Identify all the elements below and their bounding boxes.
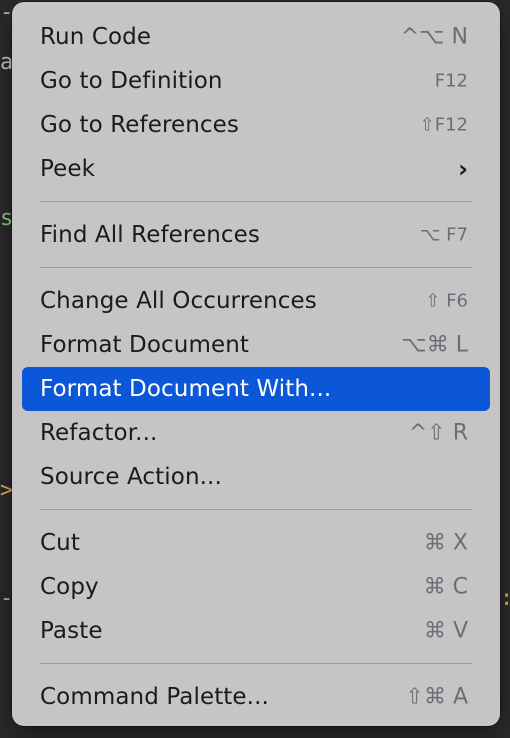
menu-item-shortcut: ⌥ F7	[419, 224, 468, 246]
menu-item-shortcut: ⇧⌘ A	[405, 684, 468, 710]
menu-item-label: Command Palette...	[40, 684, 269, 710]
menu-item-go-to-references[interactable]: Go to References ⇧F12	[22, 103, 490, 147]
menu-item-label: Run Code	[40, 24, 152, 50]
menu-item-label: Format Document	[40, 332, 250, 358]
menu-item-go-to-definition[interactable]: Go to Definition F12	[22, 59, 490, 103]
menu-item-change-all-occurrences[interactable]: Change All Occurrences ⇧ F6	[22, 279, 490, 323]
menu-item-label: Change All Occurrences	[40, 288, 317, 314]
menu-item-shortcut: ⌘ X	[423, 530, 468, 556]
menu-item-command-palette[interactable]: Command Palette... ⇧⌘ A	[22, 675, 490, 719]
context-menu: Run Code ^⌥ N Go to Definition F12 Go to…	[12, 2, 500, 726]
menu-item-refactor[interactable]: Refactor... ^⇧ R	[22, 411, 490, 455]
menu-item-label: Find All References	[40, 222, 260, 248]
menu-separator	[12, 191, 500, 213]
menu-item-shortcut: ⌘ C	[423, 574, 468, 600]
code-fragment: :	[500, 588, 510, 610]
menu-item-label: Cut	[40, 530, 80, 556]
menu-item-source-action[interactable]: Source Action...	[22, 455, 490, 499]
menu-item-label: Go to Definition	[40, 68, 223, 94]
menu-item-label: Format Document With...	[40, 376, 332, 402]
menu-item-label: Source Action...	[40, 464, 222, 490]
menu-item-shortcut: F12	[434, 70, 468, 92]
menu-item-find-all-references[interactable]: Find All References ⌥ F7	[22, 213, 490, 257]
menu-item-label: Paste	[40, 618, 103, 644]
menu-item-cut[interactable]: Cut ⌘ X	[22, 521, 490, 565]
menu-item-format-document[interactable]: Format Document ⌥⌘ L	[22, 323, 490, 367]
menu-separator	[12, 257, 500, 279]
menu-item-paste[interactable]: Paste ⌘ V	[22, 609, 490, 653]
menu-separator	[12, 653, 500, 675]
menu-item-label: Peek	[40, 156, 96, 182]
menu-item-shortcut: ⇧F12	[419, 114, 468, 136]
chevron-right-icon: ›	[458, 155, 468, 183]
menu-separator	[12, 499, 500, 521]
menu-item-label: Copy	[40, 574, 99, 600]
menu-item-shortcut: ^⇧ R	[408, 420, 468, 446]
menu-item-shortcut: ⌥⌘ L	[401, 332, 468, 358]
menu-item-format-document-with[interactable]: Format Document With...	[22, 367, 490, 411]
menu-item-label: Go to References	[40, 112, 240, 138]
menu-item-shortcut: ⌘ V	[423, 618, 468, 644]
menu-item-peek[interactable]: Peek ›	[22, 147, 490, 191]
menu-item-copy[interactable]: Copy ⌘ C	[22, 565, 490, 609]
menu-item-shortcut: ^⌥ N	[400, 24, 468, 50]
menu-item-shortcut: ⇧ F6	[425, 290, 468, 312]
menu-item-label: Refactor...	[40, 420, 158, 446]
menu-item-run-code[interactable]: Run Code ^⌥ N	[22, 15, 490, 59]
